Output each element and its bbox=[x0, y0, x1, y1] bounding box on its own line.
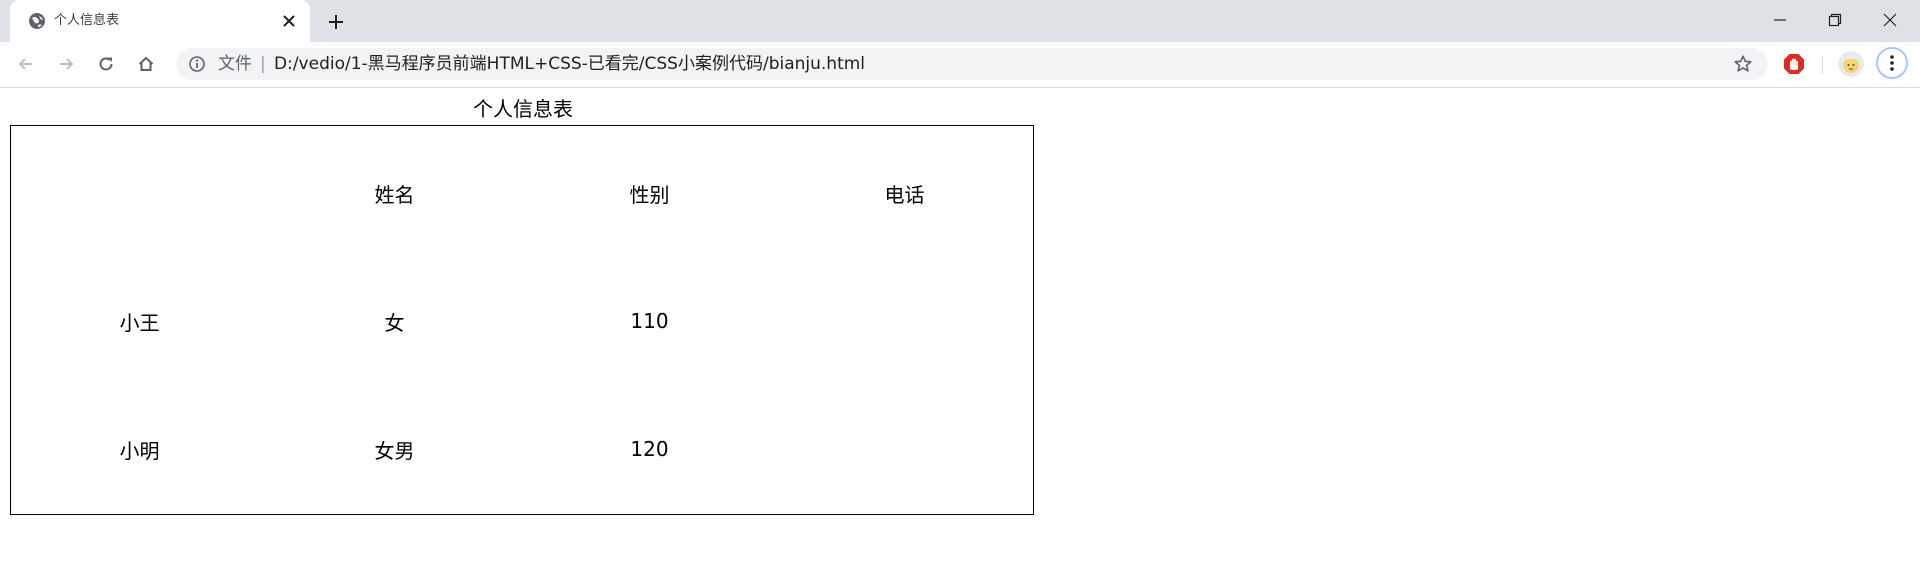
restore-icon bbox=[1828, 13, 1842, 27]
table-header-cell: 姓名 bbox=[374, 182, 415, 207]
scheme-label: 文件 bbox=[218, 54, 252, 74]
close-icon bbox=[1883, 13, 1897, 27]
table-cell: 小明 bbox=[119, 438, 160, 463]
table-row: 小明 女男 120 bbox=[13, 386, 1031, 512]
home-icon bbox=[138, 56, 154, 71]
table-cell bbox=[778, 258, 1031, 384]
browser-menu-button[interactable] bbox=[1876, 47, 1908, 79]
table-header-cell bbox=[13, 130, 266, 256]
table-row: 小王 女 110 bbox=[13, 258, 1031, 384]
omnibox-separator: | bbox=[260, 54, 266, 74]
new-tab-plus-icon[interactable] bbox=[324, 10, 348, 34]
star-icon[interactable] bbox=[1733, 54, 1753, 74]
url-text[interactable]: D:/vedio/1-黑马程序员前端HTML+CSS-已看完/CSS小案例代码/… bbox=[274, 54, 865, 74]
table-cell bbox=[778, 386, 1031, 512]
toolbar-divider bbox=[1822, 56, 1823, 74]
table-cell: 110 bbox=[630, 309, 669, 333]
table-cell: 小王 bbox=[119, 310, 160, 335]
back-button[interactable] bbox=[12, 50, 40, 78]
page-viewport: 个人信息表 姓名 性别 电话 小王 女 110 小明 女男 120 bbox=[0, 88, 1920, 561]
home-button[interactable] bbox=[132, 50, 160, 78]
tab-title: 个人信息表 bbox=[54, 13, 120, 28]
table-cell: 女 bbox=[384, 310, 405, 335]
table-cell: 女男 bbox=[374, 438, 415, 463]
reload-icon bbox=[99, 57, 113, 71]
reload-button[interactable] bbox=[92, 50, 120, 78]
avatar-icon[interactable] bbox=[1838, 51, 1864, 77]
forward-button[interactable] bbox=[52, 50, 80, 78]
minimize-icon bbox=[1774, 19, 1786, 21]
arrow-left-icon bbox=[18, 58, 32, 70]
restore-button[interactable] bbox=[1807, 0, 1863, 40]
table-cell: 120 bbox=[630, 437, 669, 461]
arrow-right-icon bbox=[60, 58, 74, 70]
browser-toolbar: 文件 | D:/vedio/1-黑马程序员前端HTML+CSS-已看完/CSS小… bbox=[0, 42, 1920, 88]
adblock-icon[interactable] bbox=[1782, 52, 1806, 76]
personal-info-table: 个人信息表 姓名 性别 电话 小王 女 110 小明 女男 120 bbox=[10, 97, 1034, 515]
table-header-cell: 性别 bbox=[629, 182, 670, 207]
info-icon[interactable] bbox=[188, 55, 206, 73]
address-bar[interactable]: 文件 | D:/vedio/1-黑马程序员前端HTML+CSS-已看完/CSS小… bbox=[176, 48, 1768, 80]
window-close-button[interactable] bbox=[1862, 0, 1918, 40]
kebab-menu-icon bbox=[1890, 55, 1894, 71]
globe-icon bbox=[29, 13, 45, 29]
table-header-row: 姓名 性别 电话 bbox=[13, 130, 1031, 256]
table-header-cell: 电话 bbox=[884, 182, 925, 207]
tab-strip: 个人信息表 bbox=[0, 0, 1920, 42]
minimize-button[interactable] bbox=[1752, 0, 1808, 40]
table-caption: 个人信息表 bbox=[473, 97, 573, 121]
browser-tab[interactable]: 个人信息表 bbox=[10, 0, 310, 42]
tab-close-icon[interactable] bbox=[280, 12, 298, 30]
